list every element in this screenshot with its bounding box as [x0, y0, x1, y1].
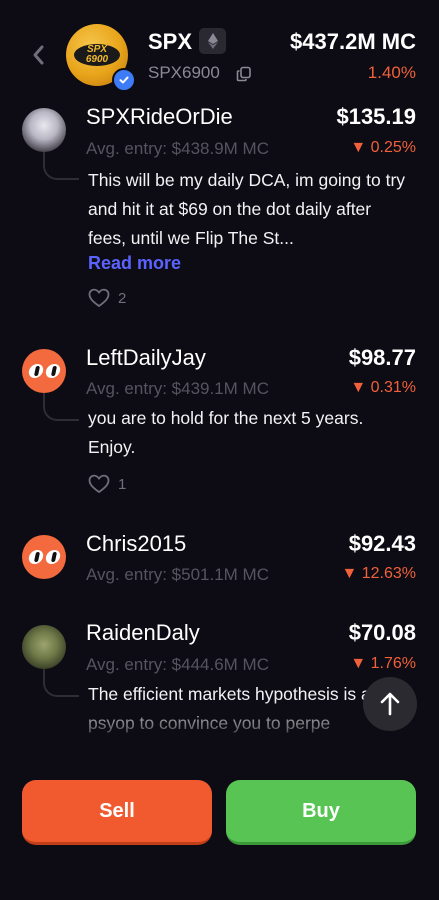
- copy-icon[interactable]: [236, 66, 252, 87]
- down-triangle-icon: ▼: [350, 139, 367, 156]
- post-text: This will be my daily DCA, im going to t…: [88, 170, 406, 248]
- arrow-up-icon: [380, 692, 400, 716]
- username[interactable]: RaidenDaly: [86, 620, 200, 646]
- like-count: 1: [118, 475, 127, 493]
- sell-button[interactable]: Sell: [22, 780, 212, 845]
- token-ticker: SPX: [148, 29, 193, 54]
- avatar[interactable]: [22, 349, 66, 393]
- change-value: ▼ 0.25%: [350, 139, 416, 156]
- position-value: $70.08: [348, 620, 416, 645]
- ethereum-icon: [199, 28, 226, 54]
- read-more-link[interactable]: Read more: [88, 253, 181, 274]
- change-value: ▼ 12.63%: [341, 565, 416, 582]
- like-count: 2: [118, 289, 127, 307]
- market-cap: $437.2M MC: [290, 29, 416, 54]
- back-button[interactable]: [26, 40, 50, 70]
- thread-connector: [43, 152, 79, 180]
- avatar[interactable]: [22, 625, 66, 669]
- like-button[interactable]: 2: [88, 288, 126, 308]
- position-value: $92.43: [348, 531, 416, 556]
- down-triangle-icon: ▼: [341, 565, 358, 582]
- username[interactable]: SPXRideOrDie: [86, 104, 233, 130]
- position-value: $135.19: [336, 104, 416, 129]
- thread-connector: [43, 393, 79, 421]
- thread-connector: [43, 669, 79, 697]
- market-cap-change: 1.40%: [367, 63, 416, 82]
- change-value: ▼ 1.76%: [350, 655, 416, 672]
- verified-badge-icon: [112, 68, 136, 92]
- heart-icon: [88, 474, 110, 494]
- username[interactable]: LeftDailyJay: [86, 345, 206, 371]
- position-value: $98.77: [348, 345, 416, 370]
- down-triangle-icon: ▼: [350, 655, 367, 672]
- avg-entry: Avg. entry: $444.6M MC: [86, 655, 269, 674]
- buy-button[interactable]: Buy: [226, 780, 416, 845]
- avatar[interactable]: [22, 535, 66, 579]
- avg-entry: Avg. entry: $439.1M MC: [86, 379, 269, 398]
- token-logo-text: SPX 6900: [74, 44, 120, 66]
- avg-entry: Avg. entry: $501.1M MC: [86, 565, 269, 584]
- heart-icon: [88, 288, 110, 308]
- post-text: you are to hold for the next 5 years. En…: [88, 408, 364, 457]
- token-header: SPX 6900 SPX SPX6900 $437.2M MC 1.40%: [0, 0, 439, 98]
- chevron-left-icon: [33, 45, 44, 65]
- change-value: ▼ 0.31%: [350, 379, 416, 396]
- avatar[interactable]: [22, 108, 66, 152]
- avg-entry: Avg. entry: $438.9M MC: [86, 139, 269, 158]
- like-button[interactable]: 1: [88, 474, 126, 494]
- down-triangle-icon: ▼: [350, 379, 367, 396]
- token-name: SPX6900: [148, 63, 220, 82]
- scroll-to-top-button[interactable]: [363, 677, 417, 731]
- username[interactable]: Chris2015: [86, 531, 186, 557]
